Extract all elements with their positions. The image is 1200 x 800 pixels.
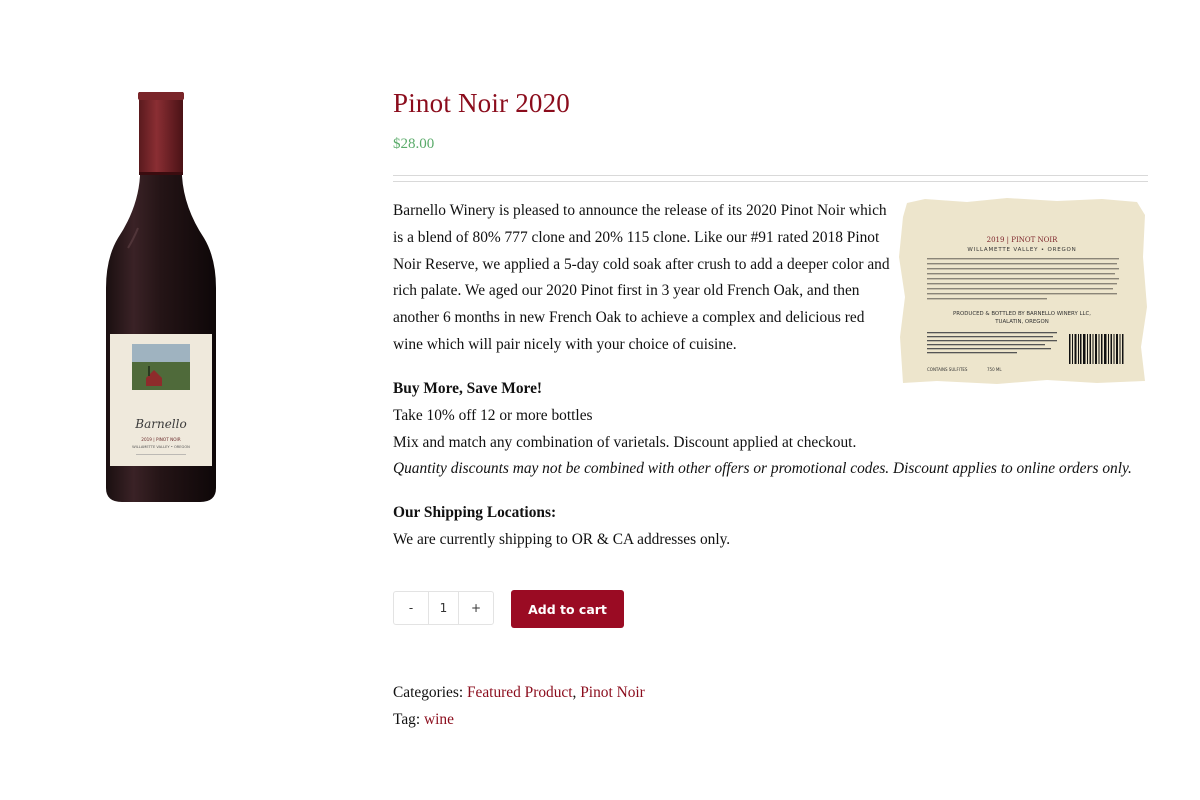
shipping-text: We are currently shipping to OR & CA add…: [393, 530, 731, 548]
promo-note: Quantity discounts may not be combined w…: [393, 460, 1132, 478]
back-label-vintage: 2019 | PINOT NOIR: [987, 236, 1058, 244]
back-label-volume: 750 ML: [987, 367, 1002, 372]
product-price: $28.00: [393, 136, 435, 152]
product-tags: Tag: wine: [393, 711, 454, 729]
product-categories: Categories: Featured Product, Pinot Noir: [393, 684, 645, 702]
shipping-heading: Our Shipping Locations:: [393, 504, 557, 521]
product-image[interactable]: Barnello 2019 | PINOT NOIR WILLAMETTE VA…: [100, 88, 222, 508]
divider: [393, 181, 1148, 182]
promo-section: Buy More, Save More! Take 10% off 12 or …: [393, 376, 1153, 483]
bottle-brand: Barnello: [134, 417, 186, 431]
categories-label: Categories:: [393, 684, 464, 701]
bottle-vintage: 2019 | PINOT NOIR: [141, 437, 180, 442]
wine-bottle-icon: Barnello 2019 | PINOT NOIR WILLAMETTE VA…: [106, 92, 216, 502]
category-link-pinot-noir[interactable]: Pinot Noir: [580, 684, 645, 701]
tag-link-wine[interactable]: wine: [424, 711, 454, 728]
back-label-region: WILLAMETTE VALLEY • OREGON: [967, 247, 1076, 253]
divider: [393, 175, 1148, 176]
promo-heading: Buy More, Save More!: [393, 380, 543, 397]
quantity-decrease-button[interactable]: -: [394, 592, 428, 624]
category-link-featured-product[interactable]: Featured Product: [467, 684, 573, 701]
product-description: Barnello Winery is pleased to announce t…: [393, 202, 890, 353]
back-label-image: 2019 | PINOT NOIR WILLAMETTE VALLEY • OR…: [897, 197, 1149, 385]
back-label-producer: PRODUCED & BOTTLED BY BARNELLO WINERY LL…: [953, 311, 1091, 317]
quantity-increase-button[interactable]: +: [459, 592, 493, 624]
quantity-stepper: - 1 +: [393, 591, 494, 625]
back-label-location: TUALATIN, OREGON: [994, 319, 1049, 325]
quantity-input[interactable]: 1: [428, 592, 459, 624]
tag-label: Tag:: [393, 711, 421, 728]
product-title: Pinot Noir 2020: [393, 88, 571, 118]
bottle-region: WILLAMETTE VALLEY • OREGON: [132, 445, 190, 449]
promo-line: Mix and match any combination of varieta…: [393, 433, 857, 451]
promo-line: Take 10% off 12 or more bottles: [393, 406, 593, 424]
category-separator: ,: [572, 684, 577, 701]
back-label-sulfites: CONTAINS SULFITES: [927, 367, 968, 372]
shipping-section: Our Shipping Locations: We are currently…: [393, 500, 730, 554]
add-to-cart-button[interactable]: Add to cart: [511, 590, 624, 628]
